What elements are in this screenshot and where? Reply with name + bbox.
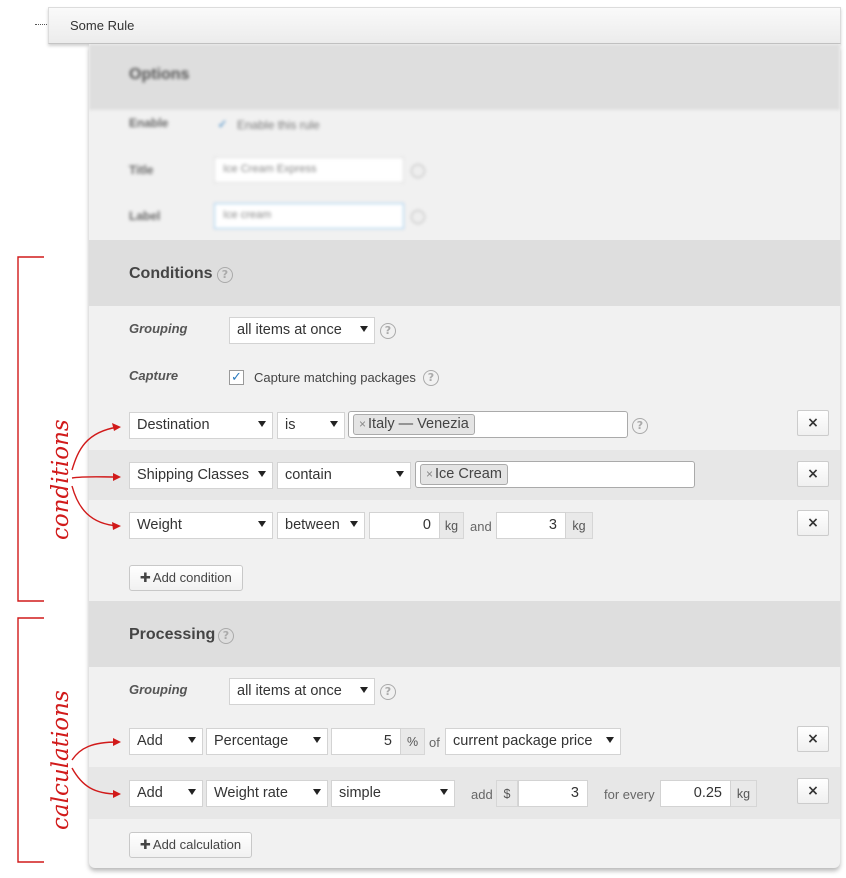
arrowhead-icon xyxy=(113,790,121,798)
annotation-arrow xyxy=(71,485,119,527)
calculations-annotation: calculations xyxy=(48,690,74,830)
annotation-arrow xyxy=(71,741,119,761)
annotation-arrow xyxy=(71,767,119,795)
calculations-bracket xyxy=(17,617,44,863)
arrowhead-icon xyxy=(113,473,121,481)
arrowhead-icon xyxy=(113,738,121,746)
conditions-bracket xyxy=(17,256,44,602)
arrowhead-icon xyxy=(112,423,121,431)
arrowhead-icon xyxy=(112,522,121,530)
annotation-arrow xyxy=(71,476,119,479)
annotation-arrow xyxy=(71,426,119,471)
conditions-annotation: conditions xyxy=(48,419,74,540)
annotation-overlay xyxy=(17,256,121,863)
